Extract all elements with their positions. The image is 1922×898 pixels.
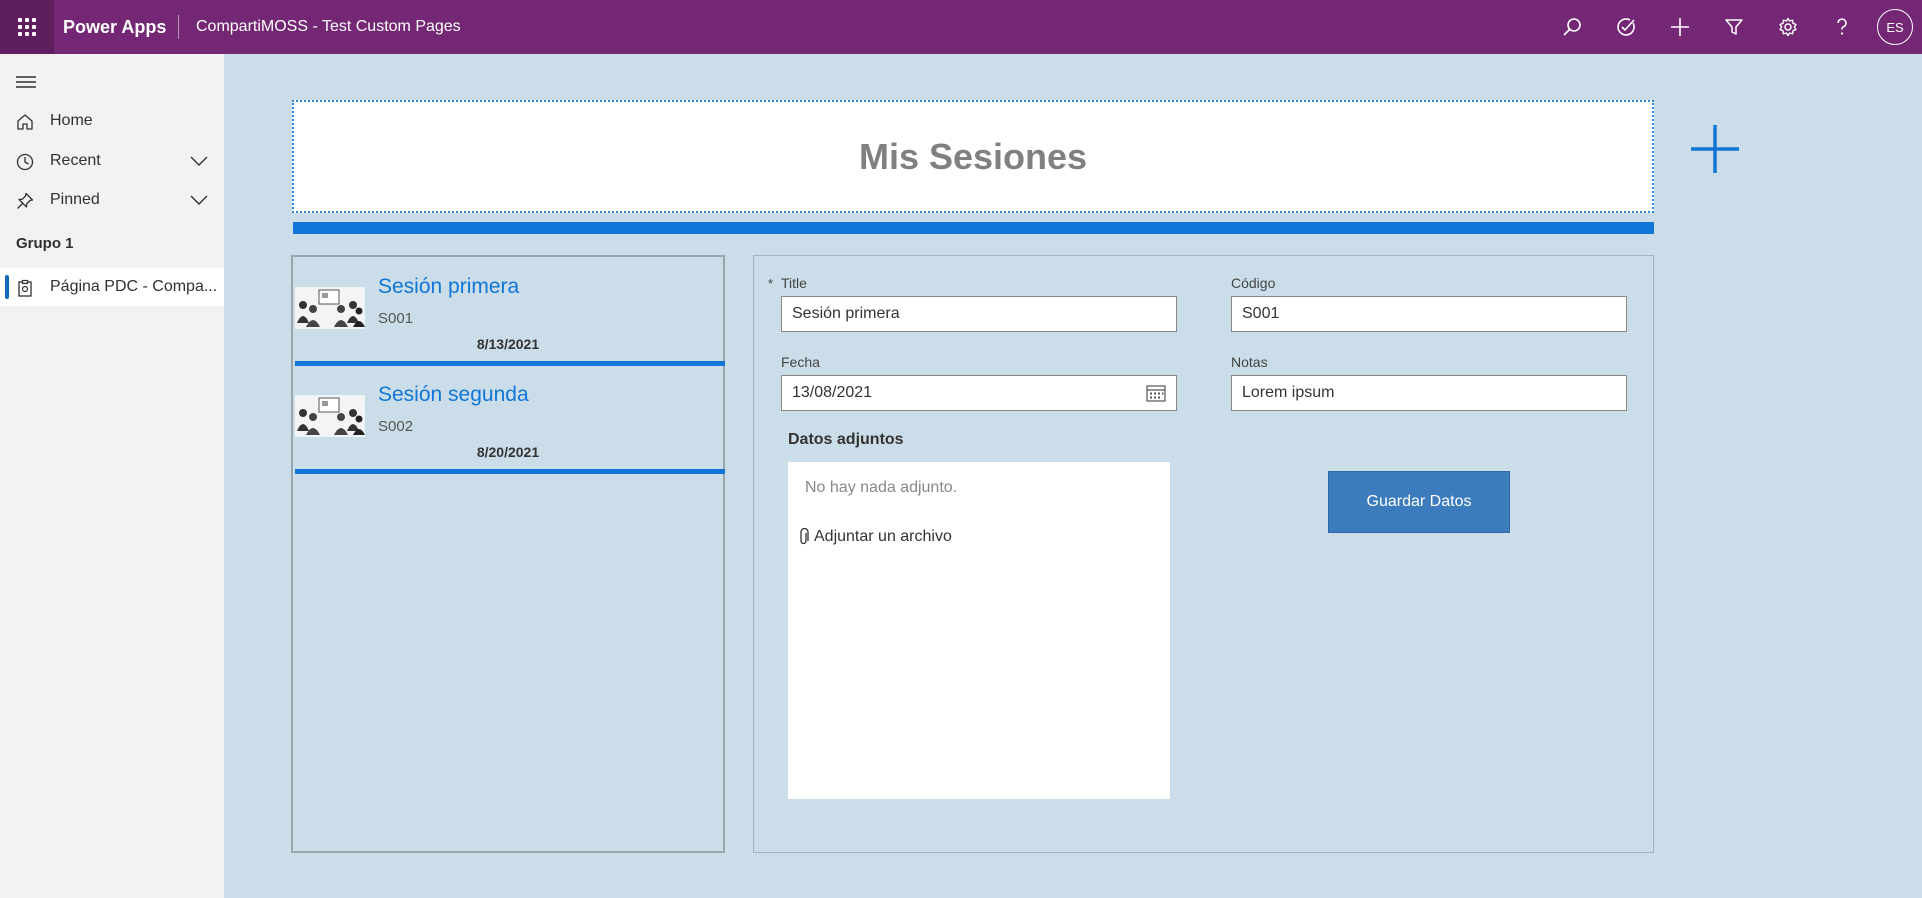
header-banner: Mis Sesiones	[292, 100, 1654, 213]
attach-file-link[interactable]: Adjuntar un archivo	[798, 528, 952, 546]
attachments-empty-text: No hay nada adjunto.	[805, 479, 958, 496]
help-button[interactable]	[1815, 0, 1869, 54]
sidebar-item-pinned[interactable]: Pinned	[0, 181, 224, 219]
page-icon	[18, 279, 32, 297]
notas-label: Notas	[1231, 354, 1268, 370]
session-date: 8/20/2021	[476, 444, 540, 460]
add-session-icon[interactable]	[1690, 124, 1740, 174]
waffle-icon	[18, 18, 36, 36]
sidebar-item-label: Página PDC - Compa...	[50, 278, 218, 295]
sidebar: Home Recent Pinned Grupo 1 Página PDC - …	[0, 54, 224, 898]
sidebar-item-page[interactable]: Página PDC - Compa...	[0, 268, 224, 306]
app-title: CompartiMOSS - Test Custom Pages	[196, 18, 461, 35]
home-icon	[17, 114, 33, 130]
chevron-down-icon[interactable]	[190, 194, 208, 206]
session-title[interactable]: Sesión primera	[378, 275, 519, 299]
hamburger-icon[interactable]	[16, 74, 36, 90]
sidebar-item-recent[interactable]: Recent	[0, 142, 224, 180]
add-icon	[1671, 18, 1689, 36]
codigo-label: Código	[1231, 275, 1276, 291]
pin-icon	[17, 192, 34, 209]
settings-button[interactable]	[1761, 0, 1815, 54]
brand-name[interactable]: Power Apps	[63, 17, 166, 38]
paperclip-icon	[800, 528, 809, 545]
attachments-box: No hay nada adjunto. Adjuntar un archivo	[788, 462, 1170, 799]
filter-icon	[1725, 19, 1743, 35]
sidebar-item-home[interactable]: Home	[0, 102, 224, 140]
sidebar-group-label: Grupo 1	[16, 235, 74, 252]
sidebar-item-label: Pinned	[50, 191, 100, 208]
fecha-datepicker[interactable]: 13/08/2021	[781, 375, 1177, 411]
meeting-thumbnail-icon	[295, 395, 365, 437]
search-button[interactable]	[1545, 0, 1599, 54]
active-indicator	[5, 275, 9, 299]
settings-icon	[1779, 17, 1797, 37]
chevron-down-icon[interactable]	[190, 155, 208, 167]
sidebar-item-label: Home	[50, 112, 93, 129]
attach-file-label: Adjuntar un archivo	[814, 528, 952, 545]
title-field[interactable]: Sesión primera	[781, 296, 1177, 332]
sidebar-item-label: Recent	[50, 152, 101, 169]
session-form: * Title Sesión primera Código S001 Fecha…	[753, 255, 1654, 853]
filter-button[interactable]	[1707, 0, 1761, 54]
notas-field[interactable]: Lorem ipsum	[1231, 375, 1627, 411]
clock-icon	[16, 153, 34, 171]
required-marker: *	[768, 276, 774, 291]
session-code: S001	[378, 310, 414, 327]
divider	[178, 15, 179, 39]
session-date: 8/13/2021	[476, 336, 540, 352]
save-button[interactable]: Guardar Datos	[1328, 471, 1510, 533]
session-title[interactable]: Sesión segunda	[378, 383, 529, 407]
title-label: Title	[781, 275, 807, 291]
sessions-gallery: Sesión primera S001 8/13/2021 Sesión seg…	[291, 255, 725, 853]
top-actions: ES	[1545, 0, 1922, 54]
list-item[interactable]: Sesión primera S001 8/13/2021	[293, 257, 725, 366]
page-title: Mis Sesiones	[858, 135, 1088, 177]
top-bar: Power Apps CompartiMOSS - Test Custom Pa…	[0, 0, 1922, 54]
header-underline	[293, 222, 1654, 234]
avatar[interactable]: ES	[1877, 9, 1913, 45]
session-code: S002	[378, 418, 414, 435]
attachments-label: Datos adjuntos	[788, 431, 904, 448]
search-icon	[1563, 18, 1581, 36]
fecha-value: 13/08/2021	[792, 384, 873, 401]
fecha-label: Fecha	[781, 354, 820, 370]
item-separator	[295, 469, 725, 474]
assistant-button[interactable]	[1599, 0, 1653, 54]
codigo-field[interactable]: S001	[1231, 296, 1627, 332]
calendar-icon[interactable]	[1146, 384, 1166, 402]
help-icon	[1837, 18, 1847, 35]
assistant-icon	[1617, 18, 1635, 36]
meeting-thumbnail-icon	[295, 287, 365, 329]
new-button[interactable]	[1653, 0, 1707, 54]
list-item[interactable]: Sesión segunda S002 8/20/2021	[293, 365, 725, 474]
app-launcher-button[interactable]	[0, 0, 54, 54]
